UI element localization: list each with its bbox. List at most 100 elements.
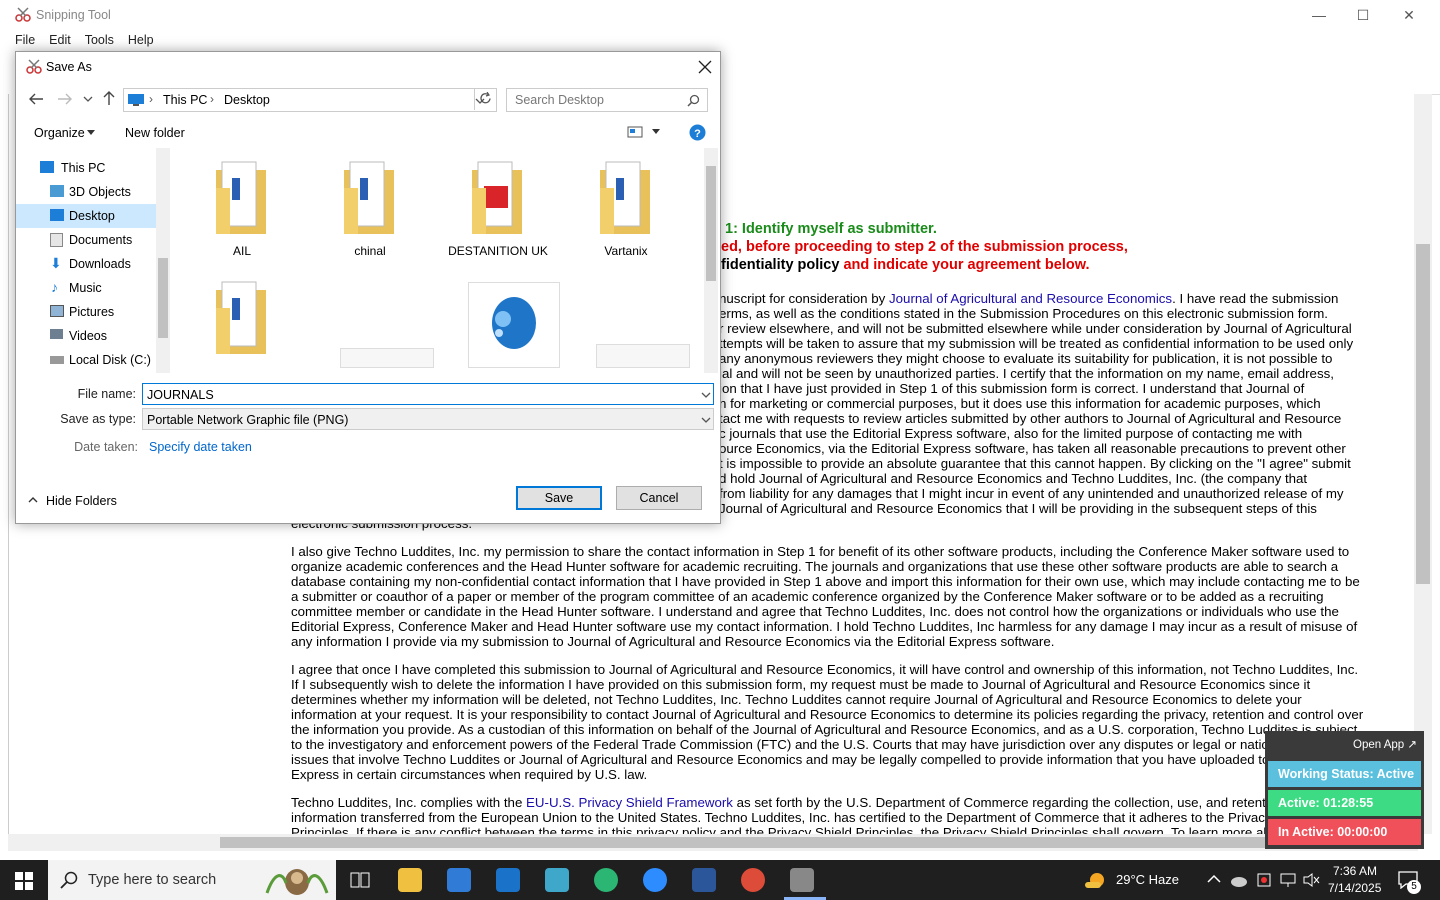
nav-item-local-disk[interactable]: Local Disk (C:) [16,348,156,372]
zoom-icon[interactable] [643,868,667,892]
chevron-down-icon[interactable] [701,392,711,399]
view-options-icon[interactable] [627,126,643,138]
para1-line: n for marketing or commercial purposes, … [719,396,1321,411]
chevron-up-icon[interactable] [28,496,38,504]
clock-date[interactable]: 7/14/2025 [1328,881,1381,895]
para3-line: information at your request. It is your … [291,707,1364,722]
nav-item-this-pc[interactable]: This PC [16,156,156,180]
nav-item-documents[interactable]: Documents [16,228,156,252]
nav-item-downloads[interactable]: ⬇ Downloads [16,252,156,276]
para1-line: from liability for any damages that I mi… [719,486,1344,501]
hide-folders-button[interactable]: Hide Folders [46,494,117,508]
app-icon[interactable] [545,868,569,892]
dialog-title: Save As [46,60,92,74]
taskbar-search-input[interactable]: Type here to search [48,860,336,900]
clock-time[interactable]: 7:36 AM [1333,864,1377,878]
speaker-muted-icon[interactable] [1302,872,1320,888]
content-horizontal-scrollbar[interactable] [8,834,1418,851]
nav-label: Videos [69,329,107,343]
windows-start-icon[interactable] [15,872,33,890]
menu-help[interactable]: Help [128,33,154,47]
nav-label: Local Disk (C:) [69,353,151,367]
scroll-thumb[interactable] [220,837,1280,848]
back-arrow-icon[interactable] [28,92,44,106]
caret-down-icon[interactable] [652,129,660,135]
privacy-shield-link[interactable]: EU-U.S. Privacy Shield Framework [526,795,733,810]
task-view-icon[interactable] [350,871,370,889]
content-vertical-scrollbar[interactable] [1414,94,1432,834]
nav-item-music[interactable]: ♪ Music [16,276,156,300]
image-thumbnail[interactable] [596,344,690,368]
word-icon[interactable] [692,868,716,892]
image-thumbnail[interactable] [468,282,560,368]
cancel-button[interactable]: Cancel [616,486,702,510]
maximize-button[interactable]: ☐ [1340,0,1386,30]
folder-pdf-icon [472,161,522,234]
close-button[interactable]: ✕ [1386,0,1432,30]
breadcrumb-this-pc[interactable]: This PC [163,93,207,107]
close-icon[interactable] [698,60,712,74]
file-name-input[interactable]: JOURNALS [142,383,714,405]
onedrive-icon[interactable] [1230,872,1248,888]
file-explorer-icon[interactable] [398,868,422,892]
file-list-scrollbar[interactable] [704,148,718,373]
menu-edit[interactable]: Edit [49,33,71,47]
nav-item-videos[interactable]: Videos [16,324,156,348]
nav-item-pictures[interactable]: Pictures [16,300,156,324]
para1-line: r review elsewhere, and will not be subm… [719,321,1352,336]
security-icon[interactable] [1256,872,1272,888]
chrome-icon[interactable] [741,868,765,892]
confidentiality-link[interactable]: fidentiality policy [721,257,839,273]
microsoft-store-icon[interactable] [447,868,471,892]
folder-item[interactable] [192,268,292,373]
folder-item[interactable]: chinal [320,148,420,258]
weather-icon[interactable] [1083,870,1107,892]
para4-line: Principles. If there is any conflict bet… [291,825,1312,834]
para2-line: a submitter or coauthor of a paper or me… [291,589,1324,604]
breadcrumb-desktop[interactable]: Desktop [224,93,270,107]
open-app-button[interactable]: Open App ↗ [1353,737,1417,751]
scroll-thumb[interactable] [158,258,168,338]
specify-date-link[interactable]: Specify date taken [149,440,252,454]
scroll-thumb[interactable] [706,166,716,281]
menu-tools[interactable]: Tools [85,33,114,47]
para2-line: I also give Techno Luddites, Inc. my per… [291,544,1350,559]
image-thumbnail[interactable] [340,348,434,368]
network-icon[interactable] [1279,872,1297,888]
minimize-button[interactable]: — [1296,0,1342,30]
forward-arrow-icon[interactable] [57,92,73,106]
chevron-down-icon[interactable] [83,95,93,103]
save-type-select[interactable]: Portable Network Graphic file (PNG) [142,408,714,430]
save-button[interactable]: Save [516,486,602,510]
document-icon [50,233,63,247]
chevron-up-icon[interactable] [1207,874,1221,884]
folder-item[interactable]: DESTANITION UK [448,148,548,258]
chevron-down-icon[interactable] [701,417,711,424]
mail-icon[interactable] [496,868,520,892]
save-type-label: Save as type: [60,412,136,426]
videos-icon [50,329,63,339]
search-input[interactable]: Search Desktop [506,88,708,112]
nav-item-desktop[interactable]: Desktop [16,204,156,228]
address-bar[interactable]: › This PC › Desktop [123,88,497,112]
time-tracker-widget: Open App ↗ Working Status: Active Active… [1265,731,1424,849]
menu-file[interactable]: File [15,33,35,47]
up-arrow-icon[interactable] [102,90,116,106]
save-as-dialog: Save As › This PC › Desktop Search Deskt… [15,51,721,524]
refresh-button[interactable] [474,88,495,110]
para4-text: Techno Luddites, Inc. complies with the [291,795,527,810]
download-icon: ⬇ [50,255,62,271]
para2-line: committee member or candidate in the Hea… [291,604,1339,619]
new-folder-button[interactable]: New folder [125,126,185,140]
nav-scrollbar[interactable] [156,148,170,373]
weather-text[interactable]: 29°C Haze [1116,872,1179,887]
snipping-tool-icon[interactable] [790,868,814,892]
help-icon[interactable]: ? [689,124,706,141]
scroll-thumb[interactable] [1416,244,1430,584]
organize-button[interactable]: Organize [34,126,85,140]
nav-item-3d-objects[interactable]: 3D Objects [16,180,156,204]
edge-browser-icon[interactable] [594,868,618,892]
folder-item[interactable] [576,148,676,258]
journal-link[interactable]: Journal of Agricultural and Resource Eco… [889,291,1172,306]
folder-item[interactable]: AIL [192,148,292,258]
